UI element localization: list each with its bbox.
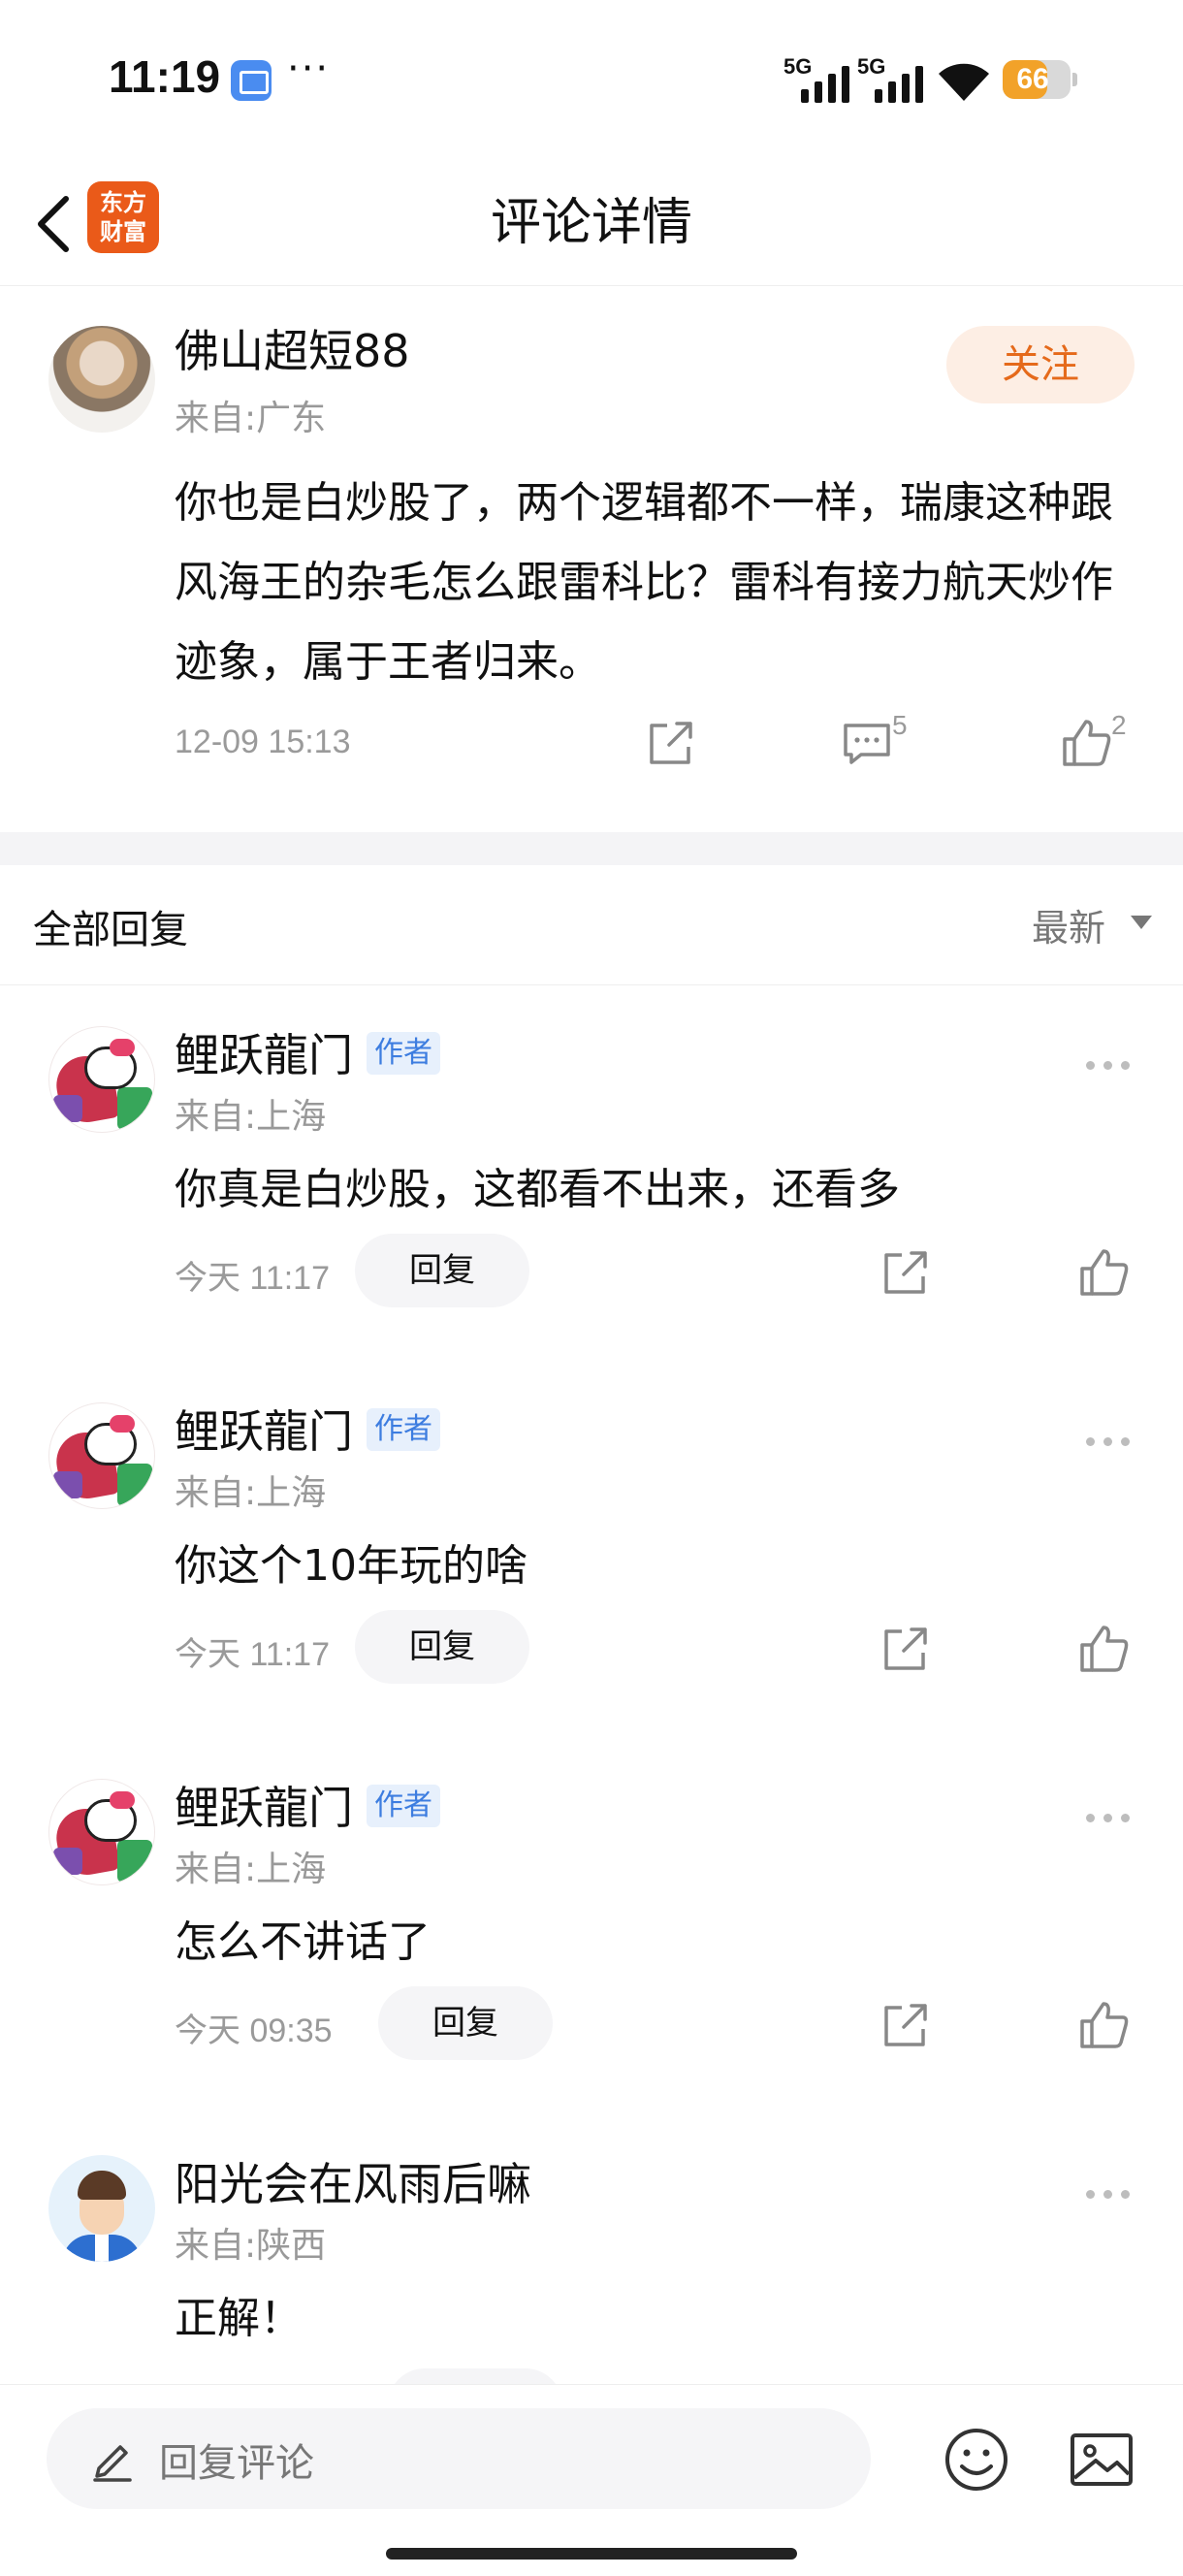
author-badge: 作者 (367, 1032, 440, 1075)
reply-author-name: 鲤跃龍门 (175, 1029, 353, 1081)
status-more: ··· (287, 47, 331, 91)
avatar[interactable] (48, 1779, 155, 1885)
share-icon[interactable] (879, 1622, 933, 1676)
wifi-icon (937, 58, 991, 103)
avatar[interactable] (48, 2155, 155, 2262)
app-notification-icon (231, 60, 272, 101)
reply-button[interactable]: 回复 (378, 1986, 553, 2060)
reply-author[interactable]: 鲤跃龍门 (175, 1020, 353, 1084)
caret-down-icon[interactable] (1131, 916, 1152, 929)
follow-button[interactable]: 关注 (946, 326, 1135, 403)
reply-time: 今天 11:17 (175, 1260, 331, 1297)
avatar[interactable] (48, 326, 155, 433)
avatar[interactable] (48, 1402, 155, 1509)
emoji-icon[interactable] (943, 2426, 1010, 2494)
reply-author[interactable]: 鲤跃龍门 (175, 1397, 353, 1461)
reply-item: 鲤跃龍门 作者 来自:上海 你这个10年玩的啥 今天 11:17 回复 (0, 1362, 1183, 1738)
avatar[interactable] (48, 1026, 155, 1133)
like-icon[interactable] (1059, 716, 1113, 770)
like-icon[interactable] (1076, 1998, 1131, 2052)
more-options-icon[interactable] (1084, 1055, 1133, 1075)
reply-location: 来自:上海 (175, 1473, 327, 1513)
reply-author[interactable]: 阳光会在风雨后嘛 (175, 2149, 531, 2213)
replies-header: 全部回复 最新 (0, 865, 1183, 985)
comment-icon[interactable] (840, 716, 894, 770)
bottom-bar: 回复评论 (0, 2384, 1183, 2576)
reply-item: 鲤跃龍门 作者 来自:上海 怎么不讲话了 今天 09:35 回复 (0, 1738, 1183, 2114)
reply-item: 阳光会在风雨后嘛 来自:陕西 正解！ (0, 2114, 1183, 2384)
status-bar: 11:19 ··· 5G 5G 66 (0, 0, 1183, 160)
page-title: 评论详情 (490, 194, 692, 252)
signal-1-icon: 5G (783, 54, 859, 105)
pencil-icon (87, 2433, 138, 2484)
author-location: 来自:广东 (175, 399, 327, 438)
reply-item: 鲤跃龍门 作者 来自:上海 你真是白炒股，这都看不出来，还看多 今天 11:17… (0, 985, 1183, 1362)
reply-input-placeholder: 回复评论 (159, 2441, 314, 2486)
replies-title: 全部回复 (33, 908, 188, 952)
section-divider (0, 832, 1183, 865)
page-header: 东方 财富 评论详情 (0, 160, 1183, 286)
comment-count: 5 (892, 710, 908, 740)
reply-text: 怎么不讲话了 (175, 1917, 431, 1967)
more-options-icon[interactable] (1084, 1808, 1133, 1827)
reply-location: 来自:上海 (175, 1097, 327, 1137)
reply-author-name: 阳光会在风雨后嘛 (175, 2158, 531, 2210)
reply-button[interactable]: 回复 (355, 1610, 529, 1684)
reply-text: 你真是白炒股，这都看不出来，还看多 (175, 1165, 900, 1214)
reply-author-name: 鲤跃龍门 (175, 1405, 353, 1458)
reply-text: 你这个10年玩的啥 (175, 1541, 528, 1591)
author-name[interactable]: 佛山超短88 (175, 316, 410, 380)
more-options-icon[interactable] (1084, 1432, 1133, 1451)
reply-button[interactable]: 回复 (355, 1234, 529, 1307)
like-count: 2 (1111, 710, 1127, 740)
sort-dropdown[interactable]: 最新 (1032, 898, 1105, 951)
share-icon[interactable] (644, 716, 698, 770)
like-icon[interactable] (1076, 1622, 1131, 1676)
signal-2-label: 5G (857, 54, 886, 79)
battery-icon: 66 (1003, 60, 1077, 99)
signal-2-icon: 5G (857, 54, 933, 105)
reply-time: 今天 09:35 (175, 2012, 333, 2049)
reply-location: 来自:上海 (175, 1850, 327, 1889)
reply-button[interactable] (388, 2368, 562, 2384)
reply-input[interactable]: 回复评论 (47, 2408, 871, 2509)
main-comment: 佛山超短88 来自:广东 关注 你也是白炒股了，两个逻辑都不一样，瑞康这种跟风海… (0, 287, 1183, 834)
share-icon[interactable] (879, 1245, 933, 1300)
image-icon[interactable] (1067, 2426, 1136, 2494)
reply-author-name: 鲤跃龍门 (175, 1782, 353, 1834)
more-options-icon[interactable] (1084, 2184, 1133, 2204)
like-icon[interactable] (1076, 1245, 1131, 1300)
comment-time: 12-09 15:13 (175, 724, 351, 760)
author-badge: 作者 (367, 1785, 440, 1827)
comment-text: 你也是白炒股了，两个逻辑都不一样，瑞康这种跟风海王的杂毛怎么跟雷科比？雷科有接力… (175, 478, 1113, 687)
reply-author[interactable]: 鲤跃龍门 (175, 1773, 353, 1837)
signal-1-label: 5G (783, 54, 813, 79)
battery-level: 66 (1016, 63, 1049, 95)
author-badge: 作者 (367, 1408, 440, 1451)
reply-time: 今天 11:17 (175, 1636, 331, 1673)
share-icon[interactable] (879, 1998, 933, 2052)
reply-location: 来自:陕西 (175, 2226, 327, 2266)
home-indicator[interactable] (386, 2548, 797, 2560)
reply-text: 正解！ (175, 2294, 303, 2343)
status-time: 11:19 (109, 51, 221, 102)
